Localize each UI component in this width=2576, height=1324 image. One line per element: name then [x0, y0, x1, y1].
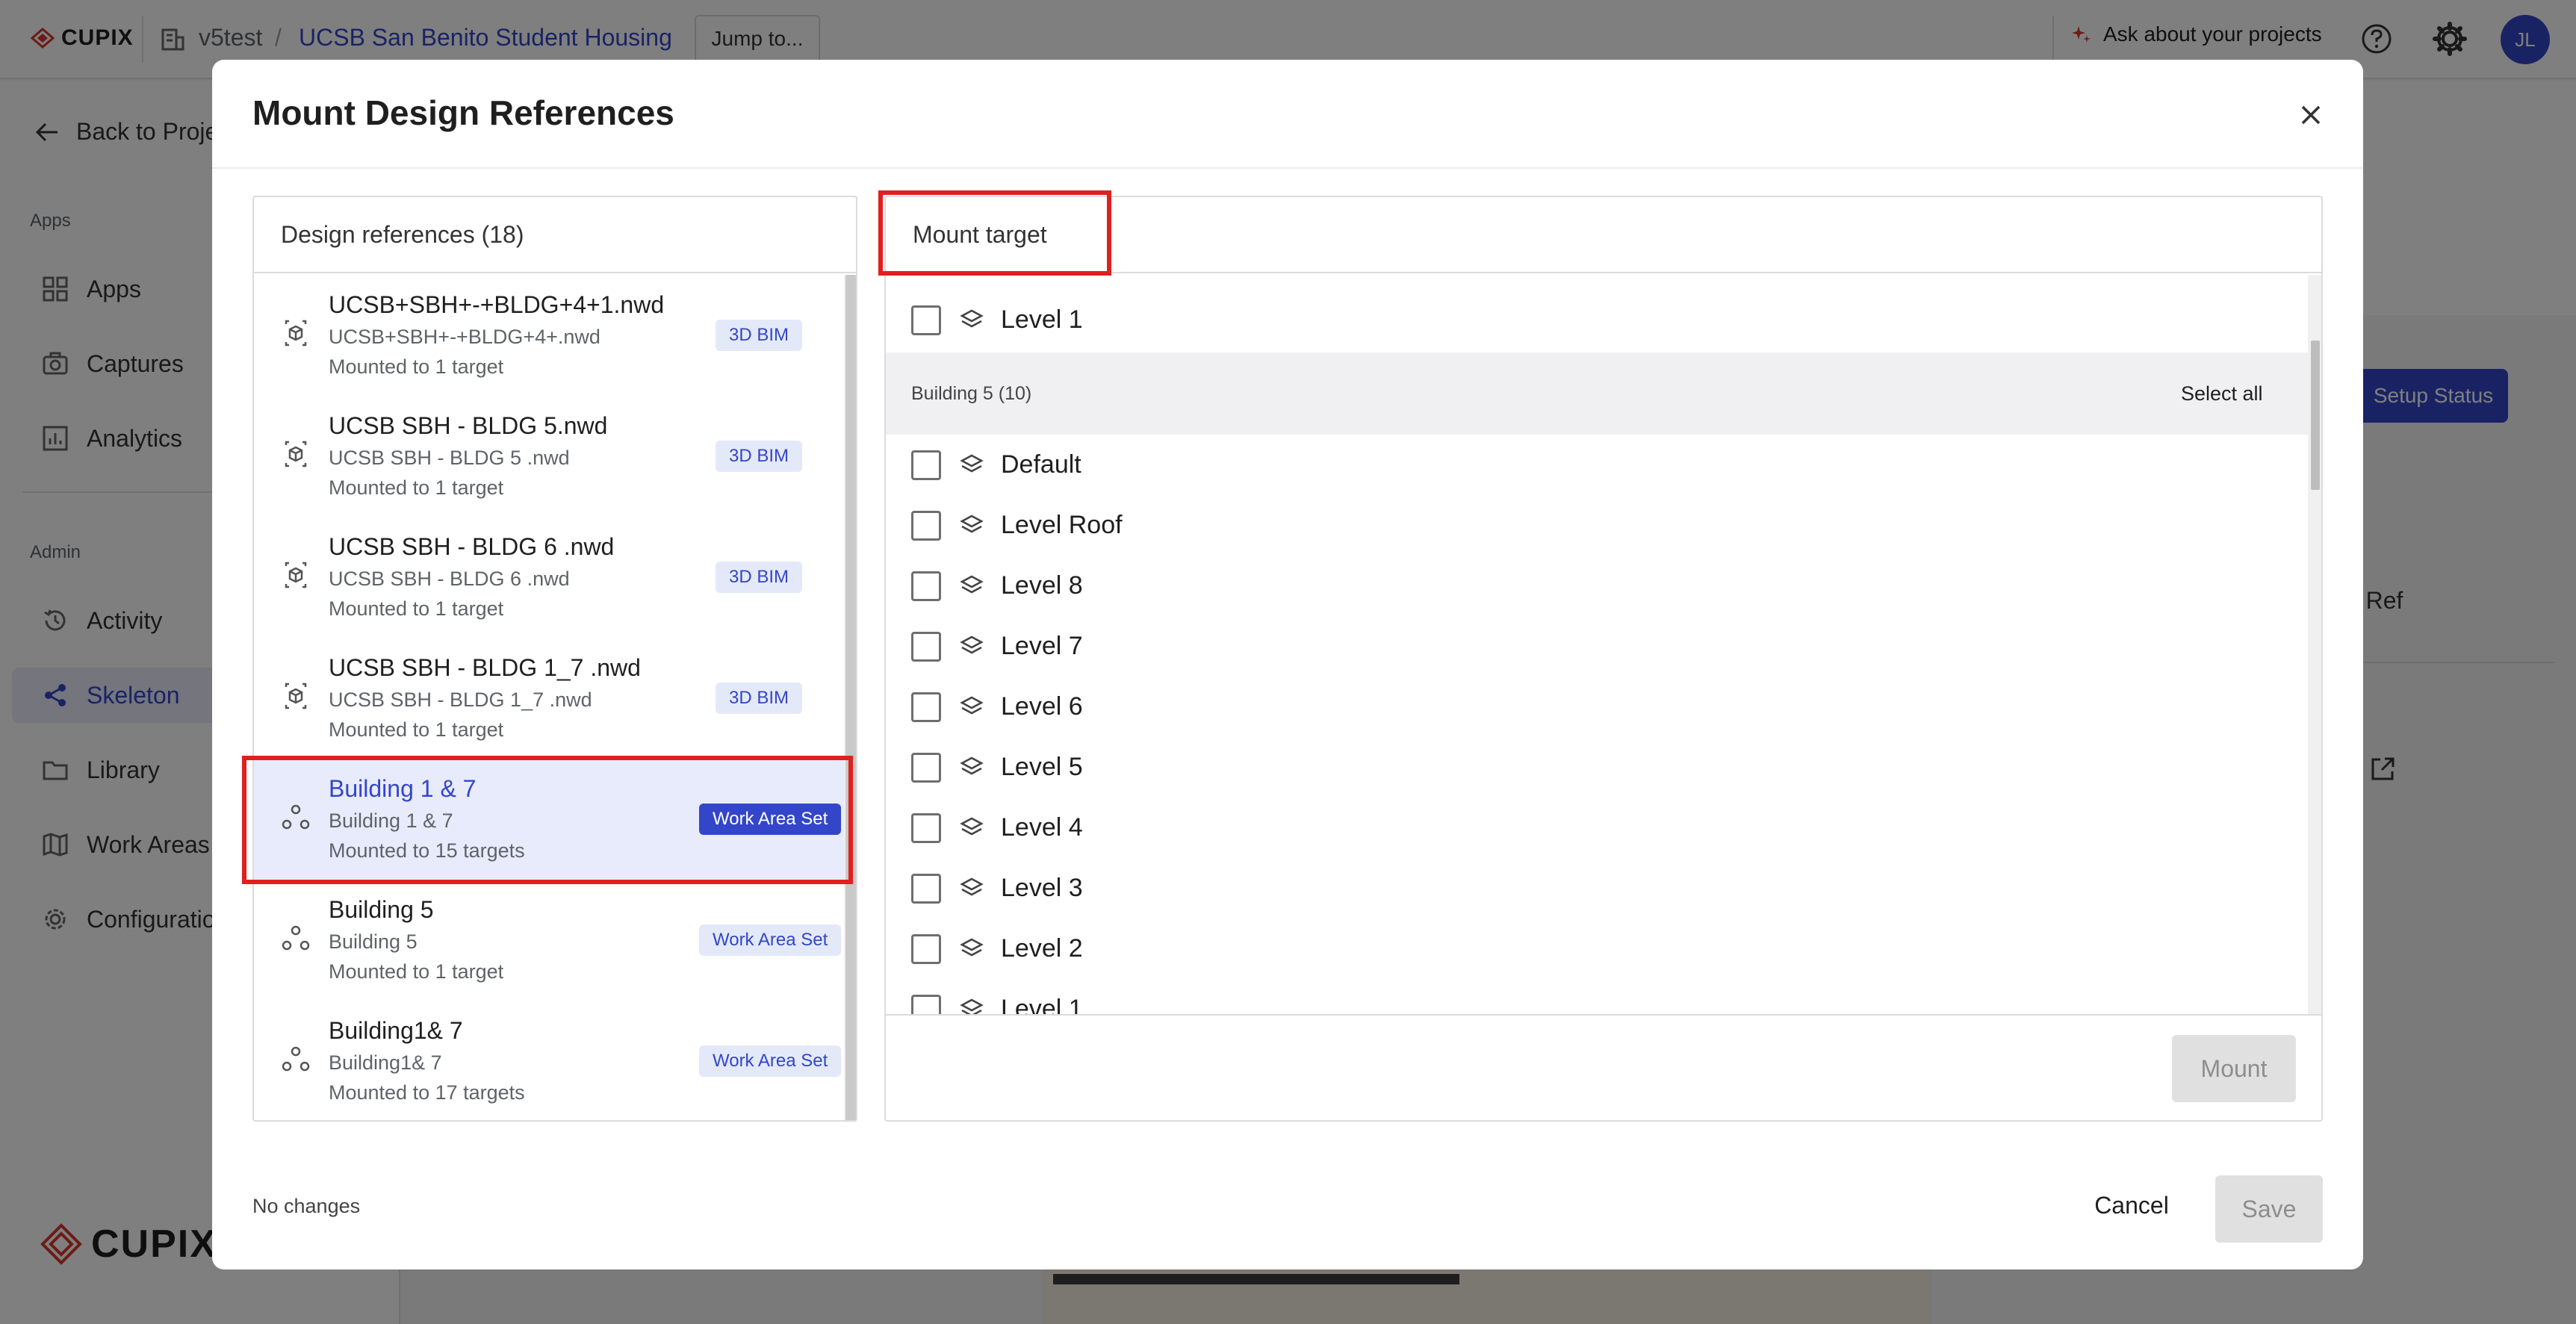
highlight-mount-target — [878, 190, 1111, 276]
design-reference-item[interactable]: UCSB SBH - BLDG 5.nwd UCSB SBH - BLDG 5 … — [254, 396, 844, 517]
bim-cube-icon — [285, 683, 307, 709]
target-checkbox[interactable] — [911, 571, 941, 601]
target-checkbox[interactable] — [911, 752, 941, 783]
layers-icon — [960, 515, 984, 532]
target-label: Level 1 — [1001, 305, 1083, 334]
type-badge: 3D BIM — [716, 441, 803, 472]
select-all-button[interactable]: Select all — [2181, 382, 2263, 405]
type-badge: 3D BIM — [716, 320, 803, 351]
design-references-panel: Design references (18) UCSB+SBH+-+BLDG+4… — [252, 196, 857, 1122]
target-checkbox[interactable] — [911, 631, 941, 662]
target-row[interactable]: Default — [886, 435, 2308, 495]
dialog-title: Mount Design References — [252, 93, 674, 132]
close-icon — [2301, 105, 2321, 125]
target-row[interactable]: Level 2 — [886, 919, 2308, 979]
reference-mount-count: Mounted to 1 target — [329, 476, 504, 499]
target-group-header: Building 5 (10) Select all — [886, 352, 2308, 435]
reference-mount-count: Mounted to 1 target — [329, 355, 504, 378]
layers-icon — [960, 575, 984, 593]
target-label: Level 2 — [1001, 934, 1083, 963]
type-badge: 3D BIM — [716, 683, 803, 714]
design-reference-item[interactable]: UCSB SBH - BLDG 1_7 .nwd UCSB SBH - BLDG… — [254, 638, 844, 759]
design-references-header: Design references (18) — [254, 197, 856, 273]
reference-mount-count: Mounted to 1 target — [329, 597, 504, 620]
reference-file: UCSB SBH - BLDG 1_7 .nwd — [329, 689, 592, 711]
divider — [212, 167, 2363, 169]
target-label: Level Roof — [1001, 511, 1123, 539]
work-area-set-icon — [282, 925, 310, 951]
reference-title: Building 5 — [329, 896, 434, 923]
target-checkbox[interactable] — [911, 305, 941, 335]
target-row[interactable]: Level 5 — [886, 737, 2308, 798]
highlight-selected-reference — [242, 756, 853, 884]
scrollbar-thumb[interactable] — [2311, 341, 2320, 490]
target-label: Level 4 — [1001, 813, 1083, 842]
target-checkbox[interactable] — [911, 812, 941, 843]
layers-icon — [960, 309, 984, 327]
design-reference-item[interactable]: Building1& 7 Building1& 7 Mounted to 17 … — [254, 1001, 844, 1120]
reference-title: UCSB SBH - BLDG 1_7 .nwd — [329, 654, 641, 681]
save-button[interactable]: Save — [2215, 1175, 2323, 1243]
target-label: Level 7 — [1001, 632, 1083, 660]
target-label: Level 6 — [1001, 692, 1083, 721]
cancel-button[interactable]: Cancel — [2085, 1175, 2178, 1235]
target-row[interactable]: Level 3 — [886, 858, 2308, 919]
target-checkbox[interactable] — [911, 691, 941, 722]
layers-icon — [960, 635, 984, 653]
reference-file: Building1& 7 — [329, 1051, 442, 1074]
target-checkbox[interactable] — [911, 450, 941, 480]
bim-cube-icon — [285, 320, 307, 346]
reference-title: Building1& 7 — [329, 1017, 463, 1044]
type-badge: 3D BIM — [716, 562, 803, 593]
reference-mount-count: Mounted to 1 target — [329, 718, 504, 741]
reference-file: UCSB+SBH+-+BLDG+4+.nwd — [329, 326, 600, 348]
type-badge: Work Area Set — [699, 1045, 842, 1077]
target-row[interactable]: Level 8 — [886, 556, 2308, 616]
reference-file: Building 5 — [329, 930, 418, 953]
close-button[interactable] — [2290, 94, 2332, 136]
mount-button[interactable]: Mount — [2172, 1035, 2296, 1102]
reference-file: UCSB SBH - BLDG 6 .nwd — [329, 568, 570, 590]
target-row[interactable]: Level 6 — [886, 677, 2308, 737]
change-status: No changes — [252, 1195, 361, 1217]
layers-icon — [960, 938, 984, 956]
target-checkbox[interactable] — [911, 873, 941, 904]
reference-title: UCSB SBH - BLDG 5.nwd — [329, 412, 608, 439]
layers-icon — [960, 696, 984, 714]
work-area-set-icon — [282, 1046, 310, 1072]
reference-title: UCSB+SBH+-+BLDG+4+1.nwd — [329, 291, 665, 318]
target-label: Level 5 — [1001, 753, 1083, 781]
mount-target-footer: Mount — [886, 1014, 2321, 1120]
target-row[interactable]: Level 4 — [886, 798, 2308, 858]
reference-mount-count: Mounted to 1 target — [329, 960, 504, 983]
layers-icon — [960, 756, 984, 774]
layers-icon — [960, 877, 984, 895]
target-row[interactable]: Level Roof — [886, 495, 2308, 556]
design-reference-item[interactable]: UCSB+SBH+-+BLDG+4+1.nwd UCSB+SBH+-+BLDG+… — [254, 275, 844, 396]
type-badge: Work Area Set — [699, 924, 842, 956]
design-reference-item[interactable]: Building 5 Building 5 Mounted to 1 targe… — [254, 880, 844, 1001]
reference-title: UCSB SBH - BLDG 6 .nwd — [329, 533, 615, 560]
bim-cube-icon — [285, 441, 307, 467]
target-checkbox[interactable] — [911, 933, 941, 964]
mount-design-references-dialog: Mount Design References Design reference… — [212, 60, 2363, 1269]
design-reference-item[interactable]: UCSB SBH - BLDG 6 .nwd UCSB SBH - BLDG 6… — [254, 517, 844, 638]
scrollbar-thumb[interactable] — [845, 275, 856, 1120]
target-label: Default — [1001, 450, 1081, 479]
reference-file: UCSB SBH - BLDG 5 .nwd — [329, 447, 570, 469]
bim-cube-icon — [285, 562, 307, 588]
target-row[interactable]: Level 7 — [886, 616, 2308, 677]
target-row-previous-level-1[interactable]: Level 1 — [886, 290, 2308, 350]
reference-mount-count: Mounted to 17 targets — [329, 1081, 525, 1104]
target-group-title: Building 5 (10) — [911, 382, 1032, 404]
mount-target-panel: Mount target Level 1 Building 5 (10) Sel… — [884, 196, 2323, 1122]
layers-icon — [960, 817, 984, 835]
layers-icon — [960, 454, 984, 472]
target-checkbox[interactable] — [911, 510, 941, 541]
target-label: Level 8 — [1001, 571, 1083, 600]
target-label: Level 3 — [1001, 874, 1083, 902]
